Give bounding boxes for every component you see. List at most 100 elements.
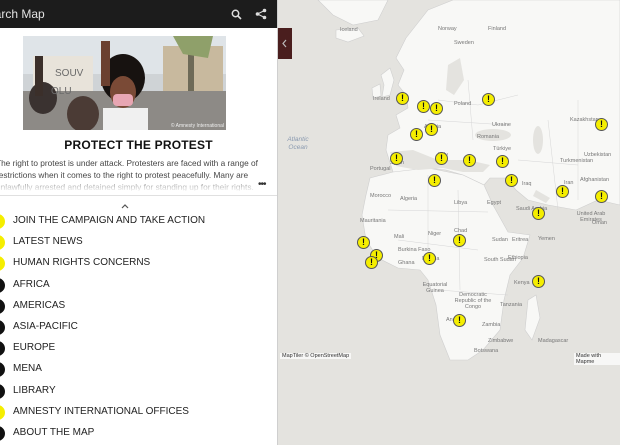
menu-item[interactable]: JOIN THE CAMPAIGN AND TAKE ACTION bbox=[0, 211, 277, 232]
map-marker[interactable]: ! bbox=[482, 93, 495, 106]
menu-item-label: LIBRARY bbox=[13, 384, 56, 396]
map-place-label: Ukraine bbox=[492, 122, 511, 128]
toggle-panel-button[interactable] bbox=[278, 28, 292, 59]
menu-item-label: AMERICAS bbox=[13, 299, 66, 311]
map-place-label: Eritrea bbox=[512, 237, 529, 243]
map-view[interactable]: Atlantic Ocean Iceland Norway Finland Swede… bbox=[278, 0, 620, 445]
map-marker[interactable]: ! bbox=[428, 174, 441, 187]
map-marker[interactable]: ! bbox=[595, 118, 608, 131]
menu-item[interactable]: MENA bbox=[0, 359, 277, 380]
news-icon bbox=[0, 235, 5, 251]
map-place-label: Madagascar bbox=[538, 338, 569, 344]
menu-item[interactable]: HUMAN RIGHTS CONCERNS bbox=[0, 253, 277, 274]
map-place-label: Finland bbox=[488, 26, 507, 32]
map-marker[interactable]: ! bbox=[396, 92, 409, 105]
map-place-label: Tanzania bbox=[500, 302, 523, 308]
divider bbox=[0, 195, 277, 196]
menu-item-label: HUMAN RIGHTS CONCERNS bbox=[13, 257, 151, 269]
map-attribution[interactable]: MapTiler © OpenStreetMap bbox=[280, 353, 352, 359]
map-place-label: Uzbekistan bbox=[584, 152, 612, 158]
more-dots-icon[interactable]: ••• bbox=[258, 179, 266, 190]
search-bar bbox=[0, 0, 277, 28]
flag-icon bbox=[0, 214, 5, 229]
map-base bbox=[278, 0, 620, 445]
menu-item-label: AMNESTY INTERNATIONAL OFFICES bbox=[13, 405, 189, 417]
map-place-label: Poland bbox=[454, 101, 472, 107]
image-credit: © Amnesty International bbox=[170, 123, 224, 129]
menu-item-label: AFRICA bbox=[13, 278, 50, 290]
map-place-label: Yemen bbox=[538, 236, 555, 242]
menu-item[interactable]: AMERICAS bbox=[0, 296, 277, 317]
europe-icon bbox=[0, 341, 5, 357]
map-marker[interactable]: ! bbox=[417, 100, 430, 113]
map-marker[interactable]: ! bbox=[365, 256, 378, 269]
menu-item[interactable]: ABOUT THE MAP bbox=[0, 423, 277, 444]
map-place-label: Afghanistan bbox=[580, 177, 610, 183]
map-marker[interactable]: ! bbox=[532, 207, 545, 220]
map-place-label: Zambia bbox=[482, 322, 501, 328]
map-marker[interactable]: ! bbox=[453, 234, 466, 247]
menu-item[interactable]: EUROPE bbox=[0, 338, 277, 359]
map-place-label: Democratic Republic of the Congo bbox=[454, 292, 492, 310]
map-marker[interactable]: ! bbox=[430, 102, 443, 115]
map-place-label: Libya bbox=[454, 200, 468, 206]
africa-icon bbox=[0, 277, 5, 293]
mena-icon bbox=[0, 362, 5, 378]
map-place-label: Mali bbox=[394, 234, 405, 240]
map-marker[interactable]: ! bbox=[390, 152, 403, 165]
side-panel: SOUV OLU © Amnesty International PROTECT… bbox=[0, 0, 278, 445]
text-fade bbox=[0, 176, 262, 192]
americas-icon bbox=[0, 298, 5, 314]
map-marker[interactable]: ! bbox=[505, 174, 518, 187]
menu-item-label: ABOUT THE MAP bbox=[13, 426, 95, 438]
story-title: PROTECT THE PROTEST bbox=[64, 138, 213, 152]
category-menu: JOIN THE CAMPAIGN AND TAKE ACTION LATEST … bbox=[0, 211, 277, 444]
search-icon[interactable] bbox=[228, 6, 244, 22]
search-input[interactable] bbox=[0, 3, 242, 25]
offices-icon bbox=[0, 404, 5, 420]
menu-item[interactable]: LATEST NEWS bbox=[0, 232, 277, 253]
map-place-label: Iraq bbox=[522, 181, 532, 187]
map-place-label: Mauritania bbox=[360, 218, 386, 224]
svg-text:OLU: OLU bbox=[51, 86, 72, 97]
menu-item[interactable]: ASIA-PACIFIC bbox=[0, 317, 277, 338]
ocean-label: Atlantic Ocean bbox=[287, 136, 309, 151]
chevron-up-icon[interactable] bbox=[119, 198, 131, 209]
map-marker[interactable]: ! bbox=[556, 185, 569, 198]
map-marker[interactable]: ! bbox=[463, 154, 476, 167]
map-place-label: Turkmenistan bbox=[560, 158, 594, 164]
svg-text:SOUV: SOUV bbox=[55, 68, 84, 79]
map-place-label: Türkiye bbox=[493, 146, 512, 152]
menu-item-label: MENA bbox=[13, 363, 42, 375]
map-place-label: Kenya bbox=[514, 280, 530, 286]
map-place-label: Ghana bbox=[398, 260, 415, 266]
map-place-label: Sweden bbox=[454, 40, 474, 46]
map-place-label: Ireland bbox=[373, 96, 390, 102]
map-place-label: Algeria bbox=[400, 196, 418, 202]
map-marker[interactable]: ! bbox=[425, 123, 438, 136]
map-place-label: Portugal bbox=[370, 166, 391, 172]
share-icon[interactable] bbox=[253, 6, 269, 22]
map-marker[interactable]: ! bbox=[453, 314, 466, 327]
map-marker[interactable]: ! bbox=[357, 236, 370, 249]
library-icon bbox=[0, 383, 5, 399]
map-marker[interactable]: ! bbox=[423, 252, 436, 265]
map-marker[interactable]: ! bbox=[595, 190, 608, 203]
menu-item-label: JOIN THE CAMPAIGN AND TAKE ACTION bbox=[13, 215, 206, 226]
map-marker[interactable]: ! bbox=[435, 152, 448, 165]
info-icon bbox=[0, 425, 5, 441]
map-place-label: Iceland bbox=[340, 27, 358, 33]
map-place-label: Norway bbox=[438, 26, 457, 32]
menu-item[interactable]: AMNESTY INTERNATIONAL OFFICES bbox=[0, 402, 277, 423]
map-marker[interactable]: ! bbox=[496, 155, 509, 168]
map-marker[interactable]: ! bbox=[410, 128, 423, 141]
map-place-label: Egypt bbox=[487, 200, 502, 206]
menu-item-label: EUROPE bbox=[13, 342, 56, 354]
menu-item[interactable]: AFRICA bbox=[0, 275, 277, 296]
map-place-label: Sudan bbox=[492, 237, 508, 243]
map-marker[interactable]: ! bbox=[532, 275, 545, 288]
menu-item[interactable]: LIBRARY bbox=[0, 381, 277, 402]
menu-item-label: LATEST NEWS bbox=[13, 236, 83, 248]
map-place-label: Equatorial Guinea bbox=[422, 282, 448, 294]
mapme-attribution[interactable]: Made with Mapme bbox=[574, 353, 620, 365]
